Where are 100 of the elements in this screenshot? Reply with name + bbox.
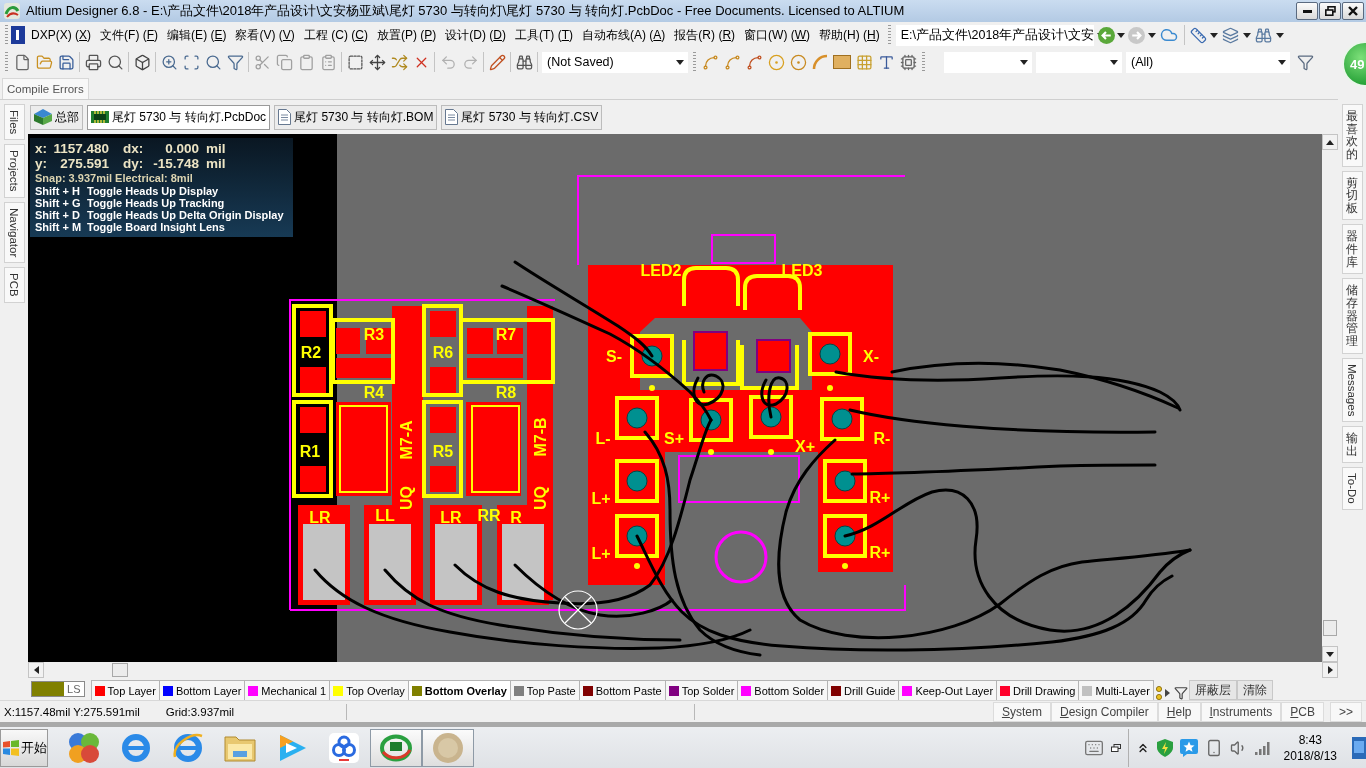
compile-errors-tab[interactable]: Compile Errors [2, 78, 89, 99]
scroll-down-button[interactable] [1322, 646, 1338, 662]
taskbar-app-button[interactable] [422, 728, 474, 767]
panel-tab[interactable]: 器件库 [1341, 224, 1363, 275]
dropdown-arrow-icon[interactable] [1147, 32, 1156, 38]
document-state-combo[interactable]: (Not Saved) [542, 51, 688, 73]
menu-item[interactable]: 编辑(E) (E) [163, 24, 231, 46]
move-icon[interactable] [368, 53, 386, 71]
panel-tab[interactable]: PCB [3, 267, 25, 303]
close-button[interactable] [1342, 2, 1364, 20]
panel-tab[interactable]: 储存器管理 [1341, 278, 1363, 354]
menu-item[interactable]: 窗口(W) (W) [740, 24, 815, 46]
via-icon[interactable] [789, 53, 807, 71]
zoom-icon[interactable] [160, 53, 178, 71]
panel-button[interactable]: Help [1157, 701, 1201, 722]
print-icon[interactable] [84, 53, 102, 71]
panel-tab[interactable]: To-Do [1341, 467, 1363, 510]
panel-button[interactable]: Design Compiler [1050, 701, 1158, 722]
layer-bar-button[interactable]: 屏蔽层 [1188, 680, 1237, 700]
document-tab[interactable]: 总部 [30, 104, 83, 130]
menu-item[interactable]: 自动布线(A) (A) [578, 24, 670, 46]
dotted-grid-icon[interactable] [855, 53, 873, 71]
route-icon[interactable] [745, 53, 763, 71]
save-icon[interactable] [57, 53, 75, 71]
more-panels-button[interactable]: >> [1330, 701, 1362, 722]
layer-scroll-icon[interactable] [1154, 686, 1171, 700]
menu-item[interactable]: 报告(R) (R) [670, 24, 740, 46]
dxp-logo-icon[interactable] [11, 26, 25, 44]
menu-item[interactable]: 文件(F) (F) [96, 24, 163, 46]
dropdown-arrow-icon[interactable] [1209, 32, 1218, 38]
cube-icon[interactable] [133, 53, 151, 71]
taskbar-app-button[interactable] [370, 728, 422, 767]
chip-icon[interactable] [899, 53, 917, 71]
dropdown-arrow-icon[interactable] [1116, 32, 1125, 38]
filter-icon[interactable] [1173, 686, 1188, 700]
layer-tab[interactable]: Bottom Solder [737, 680, 829, 700]
restore-button[interactable] [1319, 2, 1341, 20]
layer-tab[interactable]: Bottom Layer [158, 680, 246, 700]
dropdown-arrow-icon[interactable] [1110, 59, 1118, 65]
panel-button[interactable]: System [992, 701, 1051, 722]
layer-bar-button[interactable]: 清除 [1236, 680, 1273, 700]
scroll-right-button[interactable] [1322, 662, 1338, 678]
scrollbar-thumb[interactable] [1323, 620, 1337, 636]
minimize-button[interactable] [1296, 2, 1318, 20]
panel-button[interactable]: PCB [1281, 701, 1324, 722]
layer-tab[interactable]: Multi-Layer [1078, 680, 1154, 700]
scrollbar-thumb[interactable] [112, 663, 128, 677]
layer-tab[interactable]: Top Layer [90, 680, 160, 700]
open-folder-icon[interactable] [35, 53, 53, 71]
menu-item[interactable]: 工具(T) (T) [510, 24, 577, 46]
document-tab[interactable]: 尾灯 5730 与 转向灯.CSV [441, 104, 603, 130]
new-file-icon[interactable] [13, 53, 31, 71]
dashed-square-icon[interactable] [346, 53, 364, 71]
current-layer-button[interactable]: LS [31, 681, 85, 697]
print-preview-icon[interactable] [106, 53, 124, 71]
route-icon[interactable] [701, 53, 719, 71]
document-tab[interactable]: 尾灯 5730 与 转向灯.BOM [274, 104, 438, 130]
ruler-icon[interactable] [1189, 26, 1207, 44]
layer-tab[interactable]: Drill Guide [827, 680, 900, 700]
dropdown-arrow-icon[interactable] [1275, 32, 1284, 38]
menu-item[interactable]: 察看(V) (V) [231, 24, 299, 46]
panel-button[interactable]: Instruments [1200, 701, 1282, 722]
binoculars-icon[interactable] [515, 53, 533, 71]
menu-item[interactable]: 放置(P) (P) [372, 24, 441, 46]
panel-tab[interactable]: Messages [1341, 357, 1363, 423]
panel-tab[interactable]: 剪切板 [1341, 170, 1363, 221]
route-icon[interactable] [723, 53, 741, 71]
layer-tab[interactable]: Mechanical 1 [244, 680, 331, 700]
show-desktop-icon[interactable] [1352, 736, 1366, 759]
zoom-area-icon[interactable] [182, 53, 200, 71]
menu-item[interactable]: DXP(X) (X) [27, 24, 96, 46]
pencil-icon[interactable] [488, 53, 506, 71]
layer-tab[interactable]: Top Overlay [329, 680, 409, 700]
shield-icon[interactable] [1156, 738, 1173, 757]
panel-tab[interactable]: Files [3, 104, 25, 141]
layer-tab[interactable]: Bottom Overlay [407, 680, 511, 700]
start-button[interactable]: 开始 [0, 728, 48, 767]
layer-tab[interactable]: Keep-Out Layer [898, 680, 998, 700]
layer-tab[interactable]: Bottom Paste [578, 680, 666, 700]
star-bubble-icon[interactable] [1179, 738, 1198, 757]
menu-item[interactable]: 设计(D) (D) [441, 24, 510, 46]
dropdown-arrow-icon[interactable] [676, 59, 684, 65]
panel-tab[interactable]: 最喜欢的 [1341, 104, 1363, 167]
layer-tab[interactable]: Top Paste [509, 680, 580, 700]
fill-icon[interactable] [832, 55, 851, 69]
layer-tab[interactable]: Top Solder [664, 680, 739, 700]
menu-item[interactable]: 帮助(H) (H) [815, 24, 884, 46]
text-tool-icon[interactable] [877, 53, 895, 71]
dropdown-arrow-icon[interactable] [1242, 32, 1251, 38]
menu-item[interactable]: 工程 (C) (C) [299, 24, 372, 46]
binoculars-icon[interactable] [1254, 26, 1272, 44]
window-icon[interactable] [1110, 743, 1121, 752]
panel-tab[interactable]: Navigator [3, 201, 25, 264]
scroll-up-button[interactable] [1322, 134, 1338, 150]
dropdown-arrow-icon[interactable] [1278, 59, 1286, 65]
filter-icon[interactable] [226, 53, 244, 71]
dropdown-arrow-icon[interactable] [1020, 59, 1028, 65]
panel-tab[interactable]: 输出 [1341, 426, 1363, 464]
document-tab[interactable]: 尾灯 5730 与 转向灯.PcbDoc [87, 104, 271, 130]
clipboard-list-icon[interactable] [319, 53, 337, 71]
